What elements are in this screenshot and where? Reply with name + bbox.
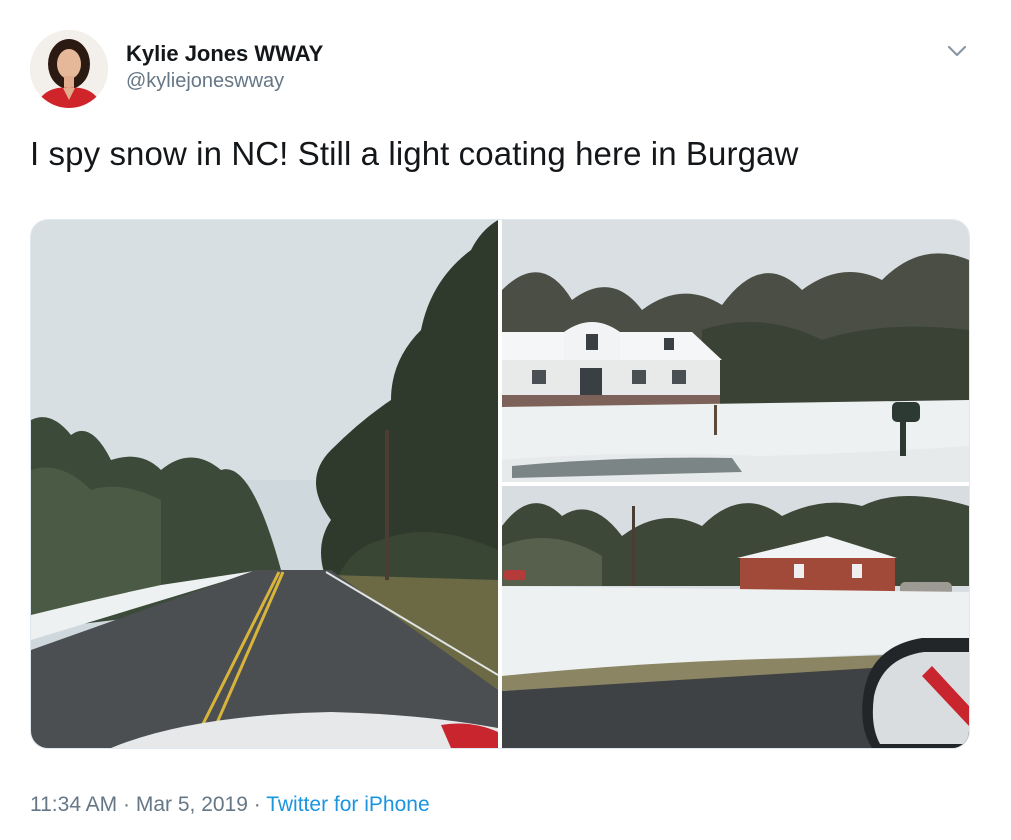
tweet-date[interactable]: Mar 5, 2019 bbox=[136, 793, 248, 816]
photo-road[interactable] bbox=[31, 220, 498, 748]
photo-brick-house[interactable] bbox=[502, 486, 969, 748]
media-grid bbox=[30, 219, 970, 749]
chevron-down-icon[interactable] bbox=[946, 42, 968, 60]
tweet: Kylie Jones WWAY @kyliejoneswway I spy s… bbox=[0, 0, 1011, 840]
user-handle[interactable]: @kyliejoneswway bbox=[126, 68, 323, 94]
tweet-time[interactable]: 11:34 AM bbox=[30, 793, 117, 816]
tweet-source-link[interactable]: Twitter for iPhone bbox=[266, 793, 429, 816]
photo-farmhouse[interactable] bbox=[502, 220, 969, 482]
avatar[interactable] bbox=[30, 30, 108, 108]
tweet-meta: 11:34 AM · Mar 5, 2019 · Twitter for iPh… bbox=[30, 790, 430, 820]
tweet-text: I spy snow in NC! Still a light coating … bbox=[30, 135, 799, 172]
author-block[interactable]: Kylie Jones WWAY @kyliejoneswway bbox=[126, 40, 323, 94]
display-name[interactable]: Kylie Jones WWAY bbox=[126, 40, 323, 68]
meta-separator: · bbox=[247, 793, 267, 816]
meta-separator: · bbox=[117, 793, 136, 816]
avatar-image bbox=[30, 30, 108, 108]
